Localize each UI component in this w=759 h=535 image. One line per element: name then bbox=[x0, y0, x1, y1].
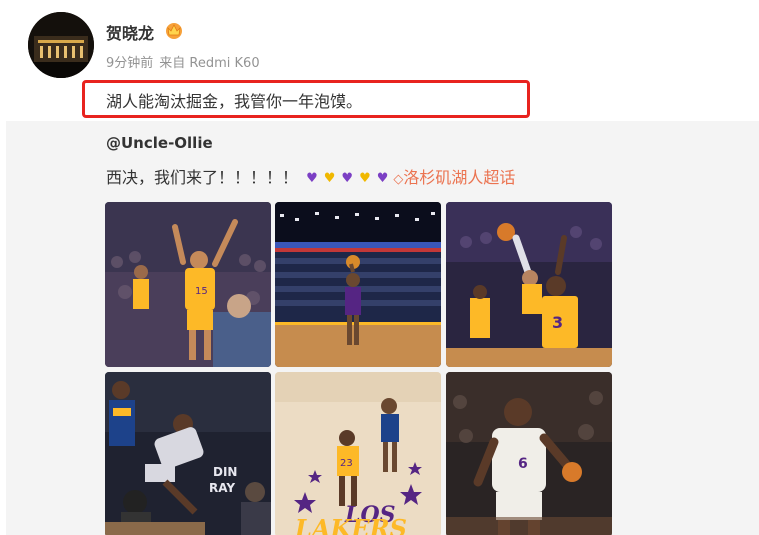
svg-text:6: 6 bbox=[518, 456, 528, 472]
repost-author[interactable]: @Uncle-Ollie bbox=[106, 134, 213, 152]
repost-card[interactable]: @Uncle-Ollie 西决，我们来了！！！！！ ♥ ♥ ♥ ♥ ♥ ◇洛杉矶湖人超话 bbox=[6, 121, 759, 535]
image-3[interactable]: 3 bbox=[446, 202, 612, 367]
gold-heart-icon: ♥ bbox=[323, 171, 336, 186]
purple-heart-icon: ♥ bbox=[376, 171, 389, 186]
supertopic-link[interactable]: 洛杉矶湖人超话 bbox=[403, 168, 515, 187]
lakers-player-celebrating-image: 15 bbox=[105, 202, 271, 367]
purple-heart-icon: ♥ bbox=[306, 171, 318, 186]
court-logo-players-image: LOS LAKERS 23 bbox=[275, 372, 441, 535]
vip-crown-icon[interactable] bbox=[164, 20, 184, 40]
post-source: 来自 Redmi K60 bbox=[159, 56, 260, 71]
gold-heart-icon: ♥ bbox=[359, 171, 371, 186]
post-meta: 9分钟前 来自 Redmi K60 bbox=[106, 52, 260, 71]
weibo-post: 贺晓龙 9分钟前 来自 Redmi K60 湖人能淘汰掘金，我管你一年泡馍。 @U… bbox=[0, 0, 759, 535]
username[interactable]: 贺晓龙 bbox=[106, 20, 154, 44]
image-2[interactable] bbox=[275, 202, 441, 367]
arena-free-throw-image bbox=[275, 202, 441, 367]
purple-heart-icon: ♥ bbox=[341, 171, 354, 186]
lakers-block-shot-image: 3 bbox=[446, 202, 612, 367]
post-time[interactable]: 9分钟前 bbox=[106, 56, 153, 71]
repost-text-line: 西决，我们来了！！！！！ ♥ ♥ ♥ ♥ ♥ ◇洛杉矶湖人超话 bbox=[106, 164, 515, 188]
image-4[interactable]: DIN RAY bbox=[105, 372, 271, 535]
image-5[interactable]: LOS LAKERS 23 bbox=[275, 372, 441, 535]
svg-text:LAKERS: LAKERS bbox=[294, 514, 407, 535]
repost-text: 西决，我们来了！！！！！ bbox=[106, 168, 299, 187]
lebron-dribbling-image: 6 bbox=[446, 372, 612, 535]
supertopic-diamond-icon: ◇ bbox=[393, 172, 404, 187]
avatar-night-building-icon bbox=[28, 12, 94, 78]
svg-text:23: 23 bbox=[340, 458, 353, 469]
svg-text:15: 15 bbox=[195, 286, 208, 297]
user-avatar[interactable] bbox=[28, 12, 94, 78]
svg-text:DIN: DIN bbox=[213, 465, 237, 479]
image-grid: 15 3 DIN RAY LOS LAKERS 23 6 bbox=[105, 202, 612, 535]
image-6[interactable]: 6 bbox=[446, 372, 612, 535]
svg-text:RAY: RAY bbox=[209, 481, 235, 495]
image-1[interactable]: 15 bbox=[105, 202, 271, 367]
post-text: 湖人能淘汰掘金，我管你一年泡馍。 bbox=[106, 92, 363, 111]
lebron-warriors-scramble-image: DIN RAY bbox=[105, 372, 271, 535]
svg-text:3: 3 bbox=[552, 313, 563, 332]
